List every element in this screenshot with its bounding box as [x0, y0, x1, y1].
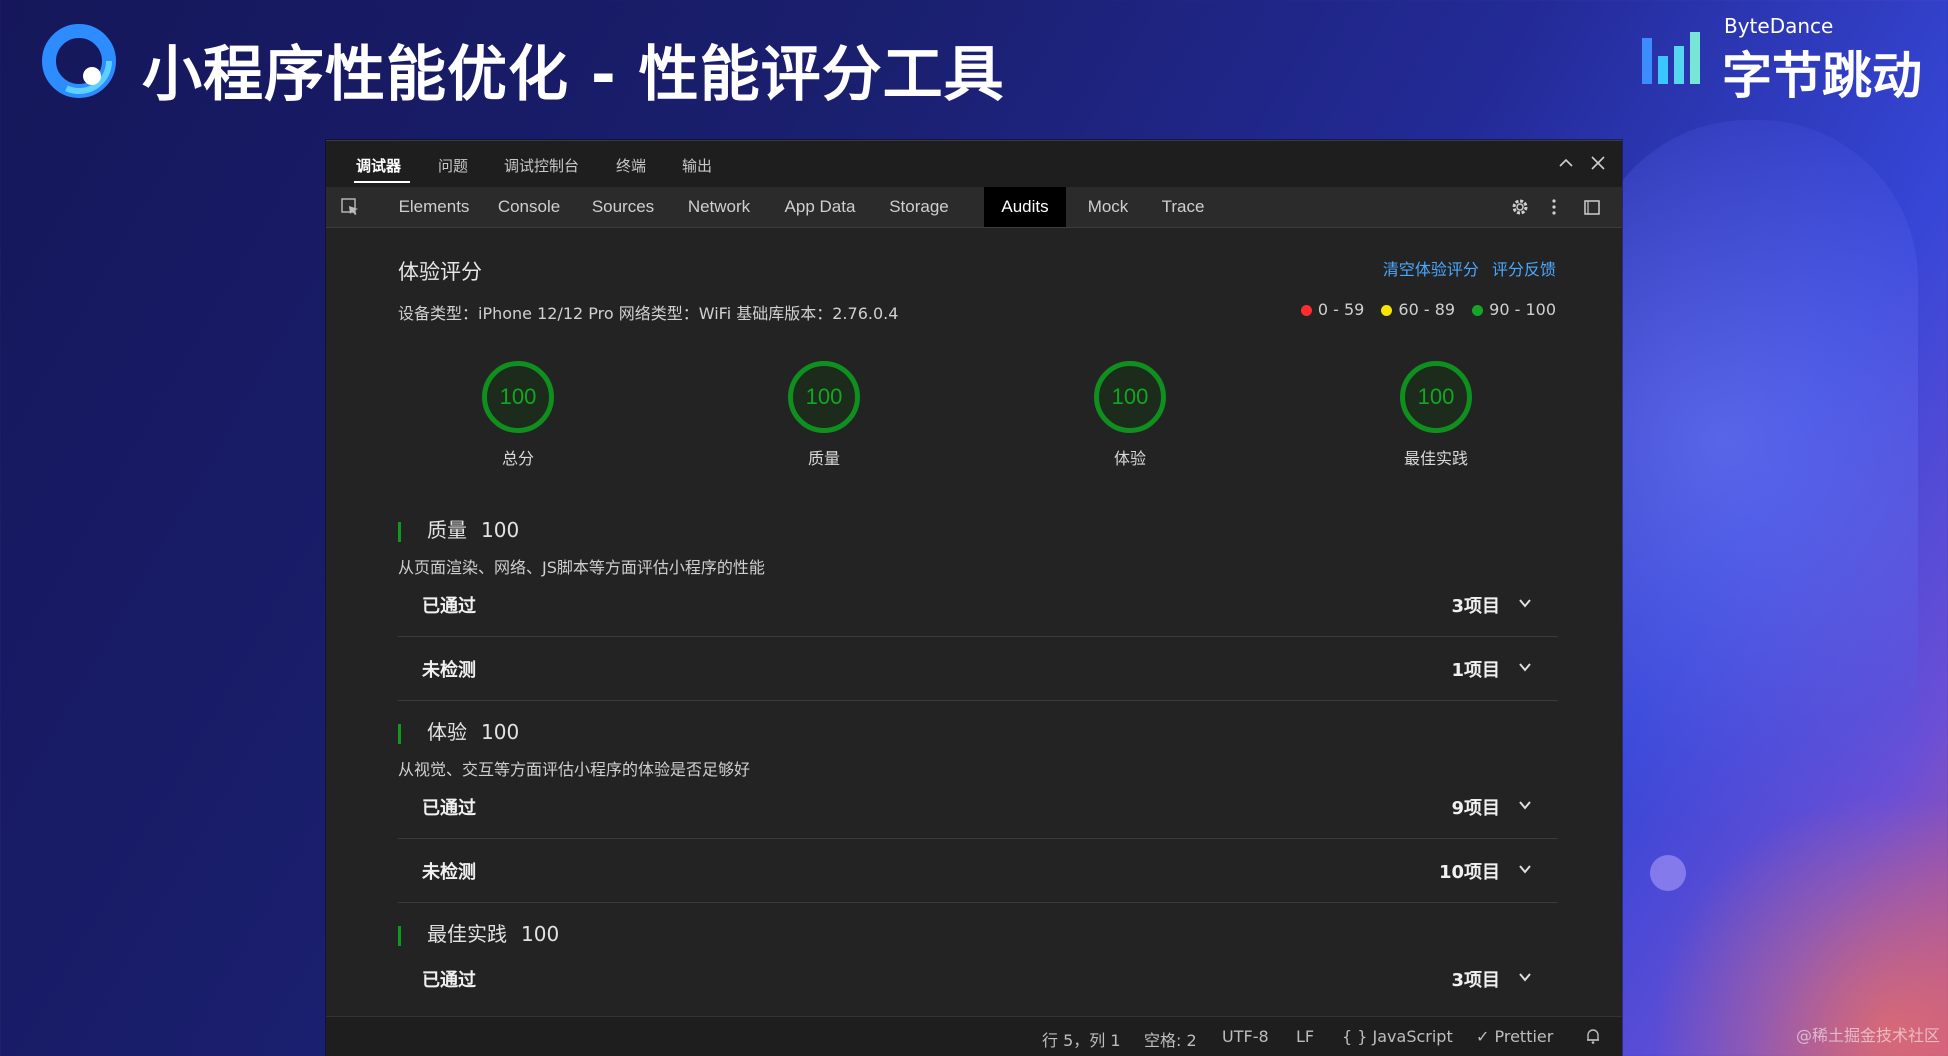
chevron-down-icon[interactable]: [1518, 970, 1532, 984]
section-best-practice-header: 最佳实践 100: [398, 918, 559, 947]
tab-network[interactable]: Network: [674, 187, 764, 227]
close-icon[interactable]: [1588, 153, 1608, 173]
prettier-status[interactable]: ✓ Prettier: [1476, 1027, 1553, 1046]
gauge-score: 100: [482, 361, 554, 433]
audit-title: 体验评分: [398, 260, 482, 284]
best-practice-passed-row[interactable]: 已通过 3项目: [398, 948, 1558, 1010]
section-name: 体验: [427, 720, 467, 744]
chevron-down-icon[interactable]: [1518, 798, 1532, 812]
dock-icon[interactable]: [1582, 197, 1602, 217]
toptab-debug-console[interactable]: 调试控制台: [504, 155, 579, 176]
row-label: 已通过: [422, 596, 476, 617]
legend-red-dot: [1300, 305, 1312, 316]
gauge-label: 体验: [1113, 449, 1146, 468]
gauge-best-practice: 100 最佳实践: [1366, 361, 1506, 469]
section-marker: [398, 925, 401, 946]
toptab-terminal[interactable]: 终端: [616, 155, 646, 176]
section-score: 100: [481, 518, 520, 542]
section-name: 最佳实践: [427, 922, 507, 946]
experience-unchecked-row[interactable]: 未检测 10项目: [398, 840, 1558, 903]
devtools-panel: 调试器 问题 调试控制台 终端 输出 Elements Console Sour…: [326, 140, 1622, 1056]
device-info: 设备类型：iPhone 12/12 Pro 网络类型：WiFi 基础库版本：2.…: [398, 304, 899, 323]
cursor-position[interactable]: 行 5，列 1: [1042, 1027, 1121, 1051]
toptab-debugger[interactable]: 调试器: [356, 155, 401, 176]
legend-green-dot: [1472, 305, 1484, 316]
language-mode[interactable]: { } JavaScript: [1342, 1027, 1453, 1046]
active-tab-indicator: [354, 181, 410, 183]
experience-passed-row[interactable]: 已通过 9项目: [398, 776, 1558, 839]
row-label: 已通过: [422, 798, 476, 819]
gauge-score: 100: [1400, 361, 1472, 433]
debugger-top-bar: 调试器 问题 调试控制台 终端 输出: [326, 141, 1622, 187]
legend-range-low: 0 - 59: [1317, 300, 1365, 319]
inspect-icon[interactable]: [340, 197, 360, 217]
chevron-down-icon[interactable]: [1518, 660, 1532, 674]
gauge-total: 100 总分: [448, 361, 588, 469]
row-count: 10项目: [1438, 862, 1500, 883]
clear-score-link[interactable]: 清空体验评分: [1383, 260, 1479, 279]
tab-mock[interactable]: Mock: [1074, 187, 1142, 227]
row-count: 3项目: [1451, 970, 1500, 991]
legend-range-high: 90 - 100: [1489, 300, 1556, 319]
bell-icon[interactable]: [1584, 1027, 1602, 1045]
gauge-score: 100: [1094, 361, 1166, 433]
background-glow: [1648, 796, 1948, 1056]
quality-unchecked-row[interactable]: 未检测 1项目: [398, 638, 1558, 701]
mini-program-logo-icon: [42, 24, 116, 98]
row-count: 3项目: [1451, 596, 1500, 617]
score-feedback-link[interactable]: 评分反馈: [1492, 260, 1556, 279]
row-label: 未检测: [422, 660, 476, 681]
background-dot: [1650, 855, 1686, 891]
gear-icon[interactable]: [1510, 197, 1530, 217]
bytedance-logo-icon: [1642, 32, 1700, 84]
gauge-label: 最佳实践: [1403, 449, 1468, 468]
section-quality-header: 质量 100: [398, 514, 519, 543]
collapse-icon[interactable]: [1556, 153, 1576, 173]
source-credit: @稀土掘金技术社区: [1795, 1026, 1940, 1045]
bytedance-brand: ByteDance 字节跳动: [1642, 14, 1922, 105]
tab-elements[interactable]: Elements: [388, 187, 480, 227]
tab-audits[interactable]: Audits: [984, 187, 1066, 227]
legend-range-mid: 60 - 89: [1398, 300, 1456, 319]
tab-app-data[interactable]: App Data: [772, 187, 868, 227]
audits-content: 体验评分 清空体验评分 评分反馈 设备类型：iPhone 12/12 Pro 网…: [326, 228, 1622, 1015]
row-label: 未检测: [422, 862, 476, 883]
status-bar: 行 5，列 1 空格: 2 UTF-8 LF { } JavaScript ✓ …: [326, 1016, 1622, 1056]
section-name: 质量: [427, 518, 467, 542]
brand-name-en: ByteDance: [1724, 14, 1834, 38]
chevron-down-icon[interactable]: [1518, 862, 1532, 876]
row-label: 已通过: [422, 970, 476, 991]
section-score: 100: [481, 720, 520, 744]
toptab-issues[interactable]: 问题: [438, 155, 468, 176]
indent-setting[interactable]: 空格: 2: [1144, 1027, 1197, 1051]
audit-actions: 清空体验评分 评分反馈: [1375, 256, 1556, 280]
brand-name-cn: 字节跳动: [1722, 47, 1922, 105]
toptab-output[interactable]: 输出: [682, 155, 712, 176]
section-marker: [398, 521, 401, 542]
gauge-score: 100: [788, 361, 860, 433]
tab-storage[interactable]: Storage: [876, 187, 962, 227]
section-experience-header: 体验 100: [398, 716, 519, 745]
line-ending[interactable]: LF: [1296, 1027, 1314, 1046]
gauge-label: 总分: [501, 449, 534, 468]
chevron-down-icon[interactable]: [1518, 596, 1532, 610]
gauge-label: 质量: [807, 449, 840, 468]
file-encoding[interactable]: UTF-8: [1222, 1027, 1269, 1046]
row-count: 9项目: [1451, 798, 1500, 819]
more-vertical-icon[interactable]: [1544, 197, 1564, 217]
section-score: 100: [521, 922, 560, 946]
tab-trace[interactable]: Trace: [1148, 187, 1218, 227]
tab-sources[interactable]: Sources: [580, 187, 666, 227]
slide-title: 小程序性能优化 - 性能评分工具: [142, 40, 1005, 110]
legend-yellow-dot: [1381, 305, 1393, 316]
section-marker: [398, 723, 401, 744]
quality-passed-row[interactable]: 已通过 3项目: [398, 574, 1558, 637]
devtools-tab-bar: Elements Console Sources Network App Dat…: [326, 187, 1622, 228]
gauge-quality: 100 质量: [754, 361, 894, 469]
gauge-experience: 100 体验: [1060, 361, 1200, 469]
score-legend: 0 - 59 60 - 89 90 - 100: [1289, 300, 1556, 319]
tab-console[interactable]: Console: [486, 187, 572, 227]
row-count: 1项目: [1451, 660, 1500, 681]
